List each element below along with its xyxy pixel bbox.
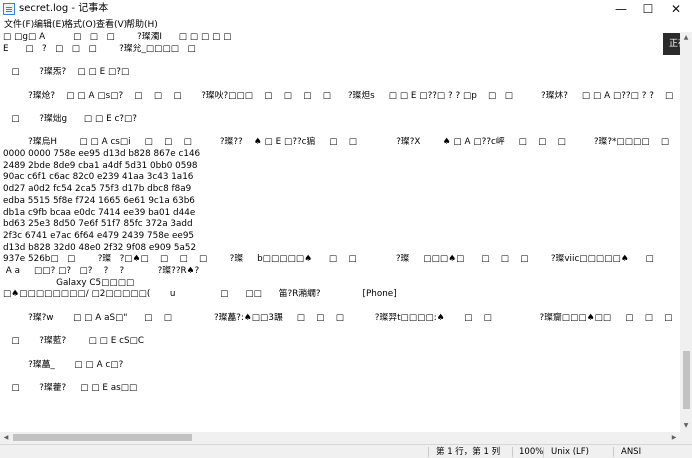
menu-help[interactable]: 帮助(H) bbox=[126, 18, 158, 32]
scrollbar-corner bbox=[680, 432, 692, 444]
close-button[interactable]: ✕ bbox=[662, 0, 690, 18]
maximize-button[interactable]: ☐ bbox=[634, 0, 662, 18]
editor-content[interactable]: □ □g□ A □ □ □ ?璨濁I □ □ □ □ □ E □ ? □ □ □… bbox=[3, 32, 680, 395]
menu-format[interactable]: 格式(O) bbox=[64, 18, 96, 32]
title-bar: secret.log - 记事本 — ☐ ✕ bbox=[0, 0, 692, 18]
status-separator bbox=[428, 447, 429, 457]
menu-file[interactable]: 文件(F) bbox=[4, 18, 34, 32]
window-title: secret.log - 记事本 bbox=[19, 3, 109, 14]
status-bar: 第 1 行，第 1 列 100% Unix (LF) ANSI bbox=[0, 444, 692, 458]
status-cursor-position: 第 1 行，第 1 列 bbox=[436, 447, 501, 457]
vertical-scroll-thumb[interactable] bbox=[683, 351, 690, 409]
status-encoding: ANSI bbox=[621, 447, 642, 457]
menu-bar: 文件(F) 编辑(E) 格式(O) 查看(V) 帮助(H) bbox=[0, 18, 692, 32]
minimize-button[interactable]: — bbox=[607, 0, 635, 18]
text-editor[interactable]: □ □g□ A □ □ □ ?璨濁I □ □ □ □ □ E □ ? □ □ □… bbox=[0, 32, 680, 432]
status-separator bbox=[543, 447, 544, 457]
menu-view[interactable]: 查看(V) bbox=[96, 18, 127, 32]
scroll-up-arrow-icon[interactable]: ▲ bbox=[680, 32, 692, 44]
scroll-down-arrow-icon[interactable]: ▼ bbox=[680, 420, 692, 432]
notepad-icon bbox=[3, 3, 15, 15]
status-zoom: 100% bbox=[519, 447, 544, 457]
menu-edit[interactable]: 编辑(E) bbox=[34, 18, 65, 32]
scroll-left-arrow-icon[interactable]: ◀ bbox=[0, 432, 12, 444]
horizontal-scroll-thumb[interactable] bbox=[13, 434, 192, 441]
status-line-ending: Unix (LF) bbox=[551, 447, 589, 457]
status-separator bbox=[613, 447, 614, 457]
scroll-right-arrow-icon[interactable]: ▶ bbox=[668, 432, 680, 444]
status-separator bbox=[512, 447, 513, 457]
